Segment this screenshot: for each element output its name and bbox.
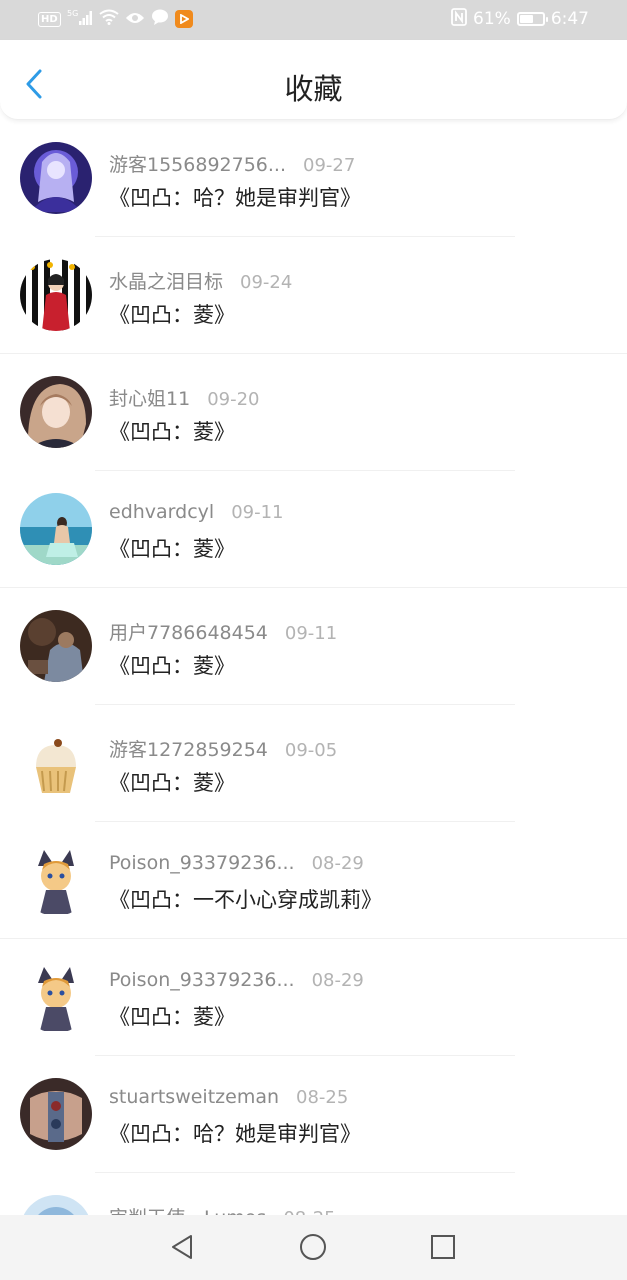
battery-icon <box>516 12 548 26</box>
post-date: 09-24 <box>240 272 293 293</box>
nfc-icon <box>451 7 467 31</box>
signal-icon: 5G <box>67 8 93 30</box>
user-name[interactable]: 游客1556892756... <box>109 150 286 177</box>
post-title[interactable]: 《凹凸：菱》 <box>109 650 235 680</box>
user-name[interactable]: stuartsweitzeman <box>109 1086 279 1108</box>
wifi-icon <box>99 9 119 29</box>
post-title[interactable]: 《凹凸：哈？她是审判官》 <box>109 182 361 212</box>
network-label: 5G <box>67 9 78 18</box>
video-app-icon <box>174 10 193 28</box>
post-date: 08-25 <box>296 1087 349 1108</box>
nav-back-button[interactable] <box>166 1231 198 1263</box>
item-meta: Poison_93379236... 08-29 <box>109 852 364 874</box>
list-item[interactable]: 用户7786648454 09-11 《凹凸：菱》 <box>0 588 627 705</box>
status-left: HD 5G <box>38 8 193 30</box>
user-name[interactable]: 封心姐11 <box>109 384 190 411</box>
list-item[interactable]: 水晶之泪目标 09-24 《凹凸：菱》 <box>0 237 627 354</box>
user-name[interactable]: edhvardcyl <box>109 501 214 523</box>
avatar[interactable] <box>20 961 92 1033</box>
avatar[interactable] <box>20 259 92 331</box>
battery-percent: 61% <box>473 9 511 29</box>
post-title[interactable]: 《凹凸：菱》 <box>109 1001 235 1031</box>
list-item[interactable]: 游客1272859254 09-05 《凹凸：菱》 <box>0 705 627 822</box>
item-meta: edhvardcyl 09-11 <box>109 501 284 523</box>
user-name[interactable]: 用户7786648454 <box>109 618 268 645</box>
triangle-back-icon <box>172 1235 192 1259</box>
post-title[interactable]: 《凹凸：菱》 <box>109 299 235 329</box>
user-name[interactable]: Poison_93379236... <box>109 969 295 991</box>
list-item[interactable]: Poison_93379236... 08-29 《凹凸：一不小心穿成凯莉》 <box>0 822 627 939</box>
avatar[interactable] <box>20 142 92 214</box>
battery-fill <box>519 15 533 23</box>
status-right: 61% 6:47 <box>451 7 589 31</box>
hd-icon: HD <box>38 11 61 27</box>
square-recents-icon <box>431 1235 455 1259</box>
post-title[interactable]: 《凹凸：哈？她是审判官》 <box>109 1118 361 1148</box>
list-item[interactable]: edhvardcyl 09-11 《凹凸：菱》 <box>0 471 627 588</box>
item-meta: Poison_93379236... 08-29 <box>109 969 364 991</box>
avatar[interactable] <box>20 376 92 448</box>
post-date: 09-11 <box>231 502 284 523</box>
avatar[interactable] <box>20 844 92 916</box>
post-date: 08-29 <box>311 970 364 991</box>
status-bar: HD 5G 61% 6:47 <box>0 0 627 40</box>
post-date: 08-29 <box>311 853 364 874</box>
user-name[interactable]: 游客1272859254 <box>109 735 268 762</box>
item-meta: stuartsweitzeman 08-25 <box>109 1086 348 1108</box>
system-nav-bar <box>0 1215 627 1280</box>
screen: HD 5G 61% 6:47 收藏 游客1556892756... 09-27 … <box>0 0 627 1280</box>
item-meta: 游客1556892756... 09-27 <box>109 150 355 177</box>
list-item[interactable]: stuartsweitzeman 08-25 《凹凸：哈？她是审判官》 <box>0 1056 627 1173</box>
avatar[interactable] <box>20 493 92 565</box>
user-name[interactable]: Poison_93379236... <box>109 852 295 874</box>
avatar[interactable] <box>20 727 92 799</box>
list-item[interactable]: Poison_93379236... 08-29 《凹凸：菱》 <box>0 939 627 1056</box>
post-date: 09-27 <box>303 155 356 176</box>
item-meta: 游客1272859254 09-05 <box>109 735 337 762</box>
avatar[interactable] <box>20 610 92 682</box>
page-title: 收藏 <box>284 72 343 106</box>
list-item[interactable]: 游客1556892756... 09-27 《凹凸：哈？她是审判官》 <box>0 120 627 237</box>
avatar[interactable] <box>20 1078 92 1150</box>
user-name[interactable]: 水晶之泪目标 <box>109 267 223 294</box>
eye-icon <box>125 10 145 29</box>
chat-icon <box>151 9 169 29</box>
post-title[interactable]: 《凹凸：一不小心穿成凯莉》 <box>109 884 382 914</box>
post-date: 09-20 <box>207 389 260 410</box>
clock: 6:47 <box>550 9 589 29</box>
favorites-list: 游客1556892756... 09-27 《凹凸：哈？她是审判官》 水晶之泪目… <box>0 120 627 1280</box>
list-item[interactable]: 封心姐11 09-20 《凹凸：菱》 <box>0 354 627 471</box>
header: 收藏 <box>0 40 627 120</box>
post-date: 09-05 <box>284 740 338 761</box>
post-date: 09-11 <box>284 623 338 644</box>
post-title[interactable]: 《凹凸：菱》 <box>109 416 235 446</box>
circle-home-icon <box>300 1234 326 1260</box>
item-meta: 封心姐11 09-20 <box>109 384 260 411</box>
item-meta: 水晶之泪目标 09-24 <box>109 267 292 294</box>
nav-home-button[interactable] <box>297 1231 329 1263</box>
post-title[interactable]: 《凹凸：菱》 <box>109 767 235 797</box>
nav-recents-button[interactable] <box>427 1231 459 1263</box>
post-title[interactable]: 《凹凸：菱》 <box>109 533 235 563</box>
item-meta: 用户7786648454 09-11 <box>109 618 337 645</box>
